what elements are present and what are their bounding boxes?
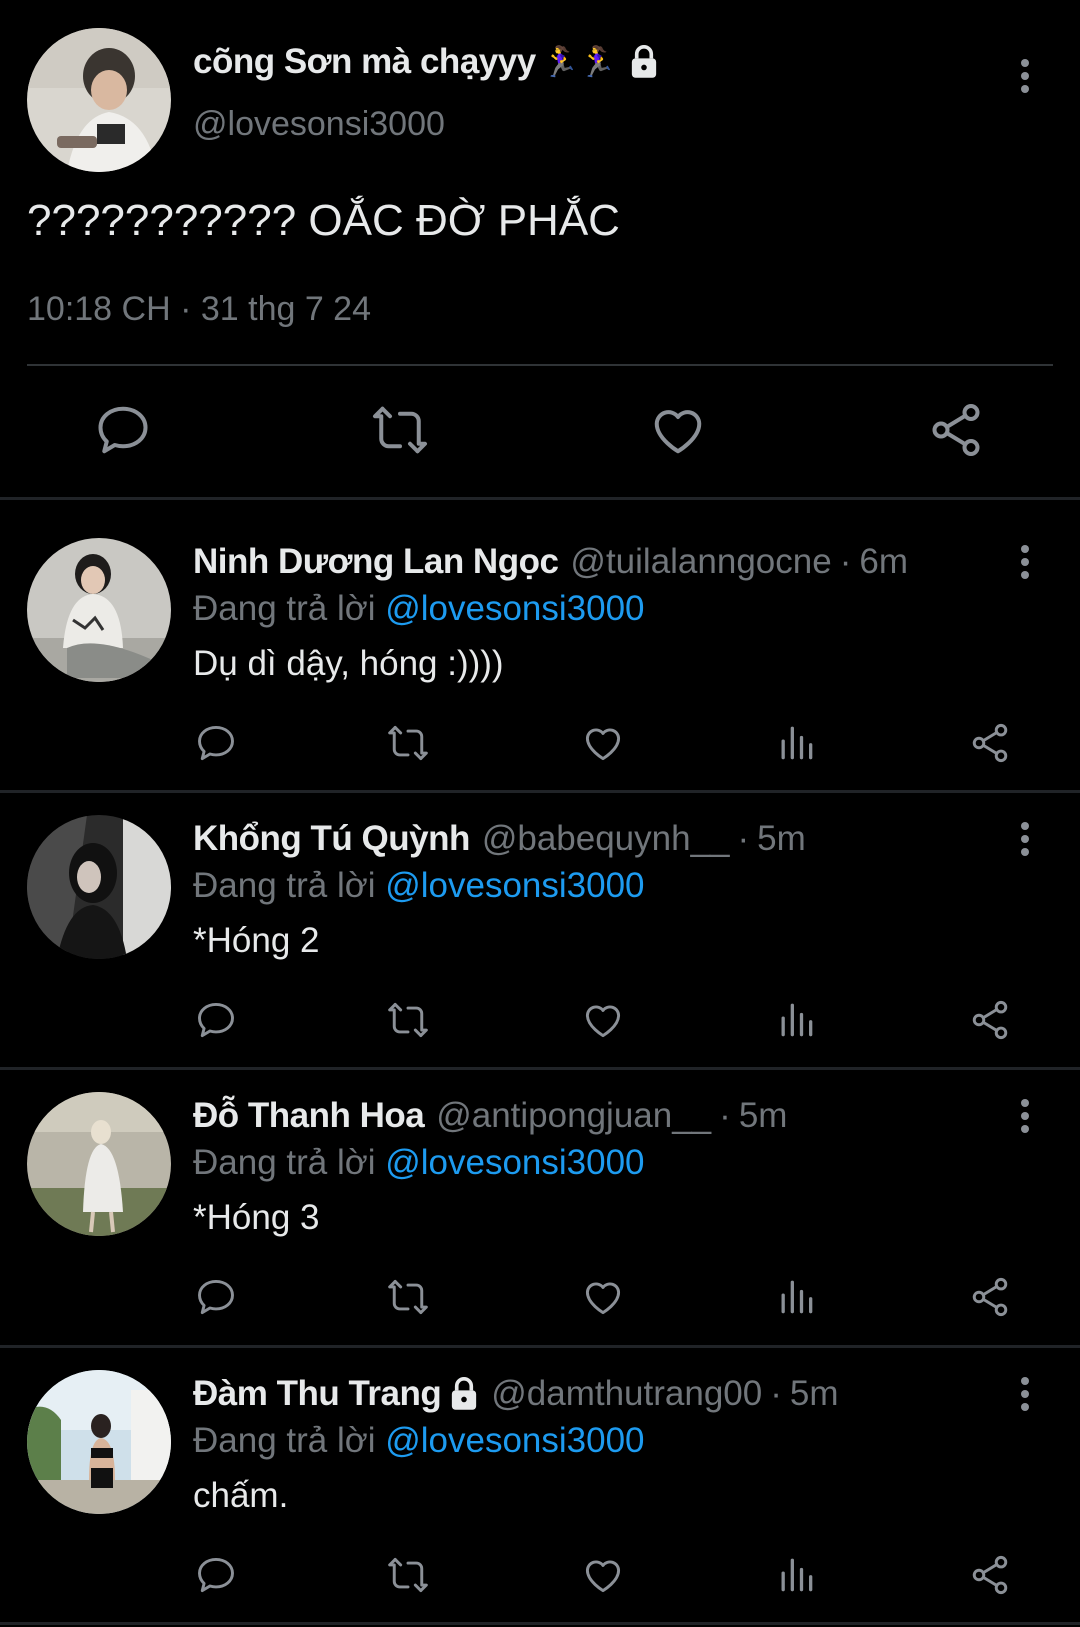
- replying-label: Đang trả lời: [193, 1421, 376, 1460]
- share-icon[interactable]: [968, 721, 1012, 765]
- replying-label: Đang trả lời: [193, 1143, 376, 1182]
- share-icon[interactable]: [968, 1275, 1012, 1319]
- retweet-icon[interactable]: [386, 1275, 430, 1319]
- heart-icon[interactable]: [581, 1275, 625, 1319]
- reply-time[interactable]: 5m: [739, 1096, 788, 1136]
- reply-text: *Hóng 2: [193, 921, 320, 960]
- tweet-text: ??????????? OẮC ĐỜ PHẮC: [27, 196, 620, 245]
- author-handle[interactable]: @lovesonsi3000: [193, 105, 445, 144]
- author-handle[interactable]: @babequynh__: [482, 819, 730, 859]
- views-icon[interactable]: [774, 998, 818, 1042]
- heart-icon[interactable]: [581, 998, 625, 1042]
- reply-icon[interactable]: [194, 1553, 238, 1597]
- avatar[interactable]: [27, 1370, 171, 1514]
- author-name[interactable]: Ninh Dương Lan Ngọc: [193, 542, 559, 582]
- mention-link[interactable]: @lovesonsi3000: [385, 589, 644, 628]
- author-name[interactable]: Đỗ Thanh Hoa: [193, 1096, 425, 1136]
- author-handle[interactable]: @damthutrang00: [491, 1374, 762, 1414]
- author-name[interactable]: Đàm Thu Trang: [193, 1374, 442, 1414]
- author-name[interactable]: Khổng Tú Quỳnh: [193, 819, 470, 859]
- author-name-text: cõng Sơn mà chạyyy: [193, 42, 536, 81]
- separator-dot: ·: [839, 542, 852, 581]
- heart-icon[interactable]: [581, 1553, 625, 1597]
- avatar[interactable]: [27, 815, 171, 959]
- replying-to: Đang trả lời @lovesonsi3000: [193, 866, 645, 906]
- heart-icon[interactable]: [581, 721, 625, 765]
- more-vertical-icon[interactable]: [1015, 1374, 1035, 1414]
- author-handle[interactable]: @tuilalanngocne: [570, 542, 831, 582]
- views-icon[interactable]: [774, 721, 818, 765]
- retweet-icon[interactable]: [386, 998, 430, 1042]
- reply-tweet[interactable]: Khổng Tú Quỳnh @babequynh__ · 5m Đang tr…: [0, 793, 1080, 1068]
- reply-icon[interactable]: [93, 400, 153, 460]
- replying-to: Đang trả lời @lovesonsi3000: [193, 1143, 645, 1183]
- views-icon[interactable]: [774, 1275, 818, 1319]
- share-icon[interactable]: [926, 400, 986, 460]
- avatar[interactable]: [27, 28, 171, 172]
- retweet-icon[interactable]: [386, 1553, 430, 1597]
- runner-emoji: 🏃‍♀️🏃‍♀️: [541, 45, 616, 79]
- reply-time[interactable]: 6m: [859, 542, 908, 582]
- share-icon[interactable]: [968, 998, 1012, 1042]
- main-tweet: cõng Sơn mà chạyyy 🏃‍♀️🏃‍♀️ @lovesonsi30…: [0, 0, 1080, 500]
- reply-icon[interactable]: [194, 1275, 238, 1319]
- reply-time[interactable]: 5m: [790, 1374, 839, 1414]
- retweet-icon[interactable]: [370, 400, 430, 460]
- reply-time[interactable]: 5m: [757, 819, 806, 859]
- replying-to: Đang trả lời @lovesonsi3000: [193, 1421, 645, 1461]
- separator: [0, 497, 1080, 500]
- retweet-icon[interactable]: [386, 721, 430, 765]
- replying-label: Đang trả lời: [193, 866, 376, 905]
- lock-icon: [629, 45, 659, 79]
- more-vertical-icon[interactable]: [1015, 542, 1035, 582]
- replying-label: Đang trả lời: [193, 589, 376, 628]
- views-icon[interactable]: [774, 1553, 818, 1597]
- more-vertical-icon[interactable]: [1015, 819, 1035, 859]
- separator: [0, 1622, 1080, 1625]
- more-vertical-icon[interactable]: [1015, 1096, 1035, 1136]
- reply-text: *Hóng 3: [193, 1198, 320, 1237]
- share-icon[interactable]: [968, 1553, 1012, 1597]
- mention-link[interactable]: @lovesonsi3000: [385, 1143, 644, 1182]
- reply-tweet[interactable]: Đàm Thu Trang @damthutrang00 · 5m Đang t…: [0, 1348, 1080, 1623]
- tweet-timestamp[interactable]: 10:18 CH · 31 thg 7 24: [27, 290, 371, 329]
- author-handle[interactable]: @antipongjuan__: [436, 1096, 711, 1136]
- reply-header: Đàm Thu Trang @damthutrang00 · 5m: [193, 1374, 839, 1414]
- reply-header: Ninh Dương Lan Ngọc @tuilalanngocne · 6m: [193, 542, 908, 582]
- reply-tweet[interactable]: Đỗ Thanh Hoa @antipongjuan__ · 5m Đang t…: [0, 1070, 1080, 1345]
- avatar[interactable]: [27, 1092, 171, 1236]
- more-vertical-icon[interactable]: [1015, 56, 1035, 96]
- mention-link[interactable]: @lovesonsi3000: [385, 1421, 644, 1460]
- reply-icon[interactable]: [194, 998, 238, 1042]
- separator-dot: ·: [737, 819, 750, 858]
- reply-icon[interactable]: [194, 721, 238, 765]
- mention-link[interactable]: @lovesonsi3000: [385, 866, 644, 905]
- reply-tweet[interactable]: Ninh Dương Lan Ngọc @tuilalanngocne · 6m…: [0, 516, 1080, 791]
- reply-header: Đỗ Thanh Hoa @antipongjuan__ · 5m: [193, 1096, 787, 1136]
- author-name[interactable]: cõng Sơn mà chạyyy 🏃‍♀️🏃‍♀️: [193, 42, 659, 82]
- heart-icon[interactable]: [648, 400, 708, 460]
- lock-icon: [449, 1377, 479, 1411]
- reply-header: Khổng Tú Quỳnh @babequynh__ · 5m: [193, 819, 806, 859]
- separator-dot: ·: [770, 1374, 782, 1413]
- replying-to: Đang trả lời @lovesonsi3000: [193, 589, 645, 629]
- divider: [27, 364, 1053, 366]
- reply-text: chấm.: [193, 1476, 289, 1515]
- avatar[interactable]: [27, 538, 171, 682]
- reply-text: Dụ dì dậy, hóng :)))): [193, 644, 504, 683]
- separator-dot: ·: [719, 1096, 731, 1135]
